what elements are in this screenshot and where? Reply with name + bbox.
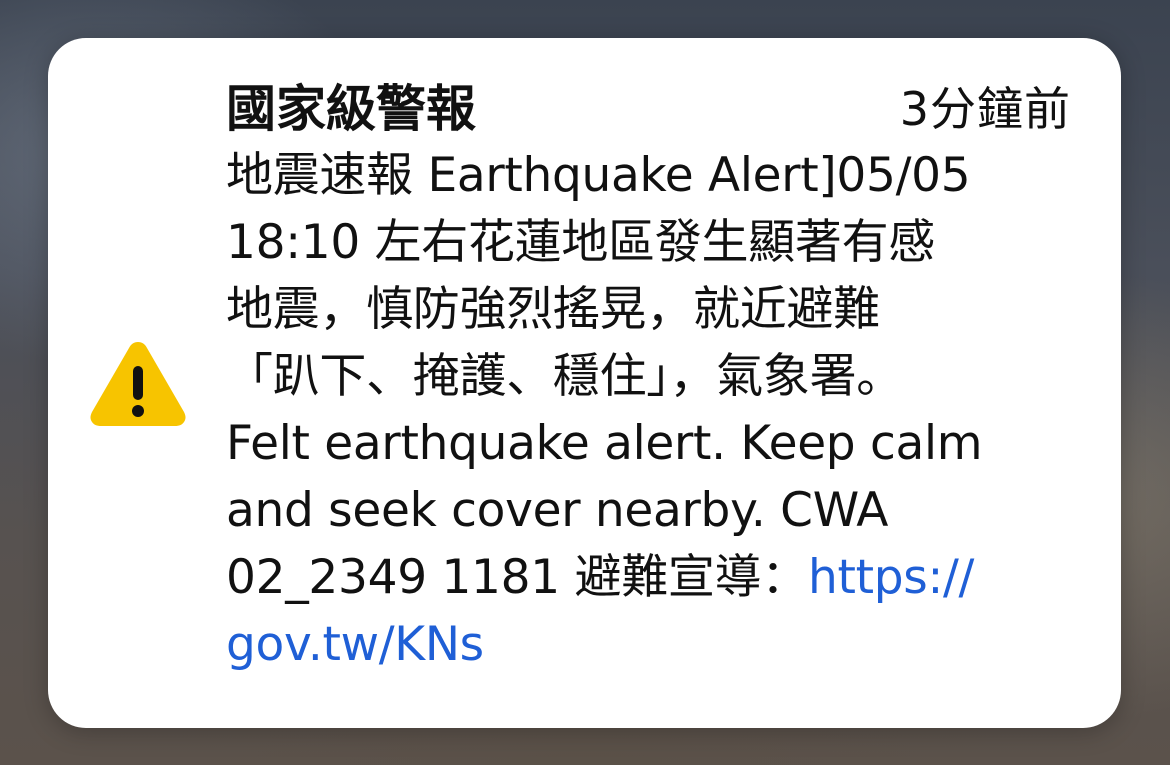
evacuation-guide-link-continued[interactable]: gov.tw/KNs (226, 617, 484, 672)
message-line-text: 02_2349 1181 避難宣導： (226, 550, 809, 605)
message-line-link-continued: gov.tw/KNs (226, 611, 1076, 678)
message-line-with-link: 02_2349 1181 避難宣導：https:// (226, 544, 1076, 611)
evacuation-guide-link[interactable]: https:// (808, 550, 974, 605)
message-line: and seek cover nearby. CWA (226, 483, 889, 538)
message-line: 「趴下、掩護、穩住」，氣象署。 (226, 349, 903, 404)
message-line: Felt earthquake alert. Keep calm (226, 416, 983, 471)
alert-timestamp: 3分鐘前 (899, 82, 1071, 136)
alert-message-body: 地震速報 Earthquake Alert]05/05 18:10 左右花蓮地區… (226, 142, 1076, 678)
message-line: 地震速報 Earthquake Alert]05/05 (226, 148, 971, 203)
message-line: 地震，慎防強烈搖晃，就近避難 (226, 282, 880, 337)
message-line: 18:10 左右花蓮地區發生顯著有感 (226, 215, 935, 270)
warning-triangle-icon (90, 342, 186, 426)
alert-title: 國家級警報 (226, 80, 476, 138)
alert-notification-card[interactable]: 國家級警報 3分鐘前 地震速報 Earthquake Alert]05/05 1… (48, 38, 1121, 728)
